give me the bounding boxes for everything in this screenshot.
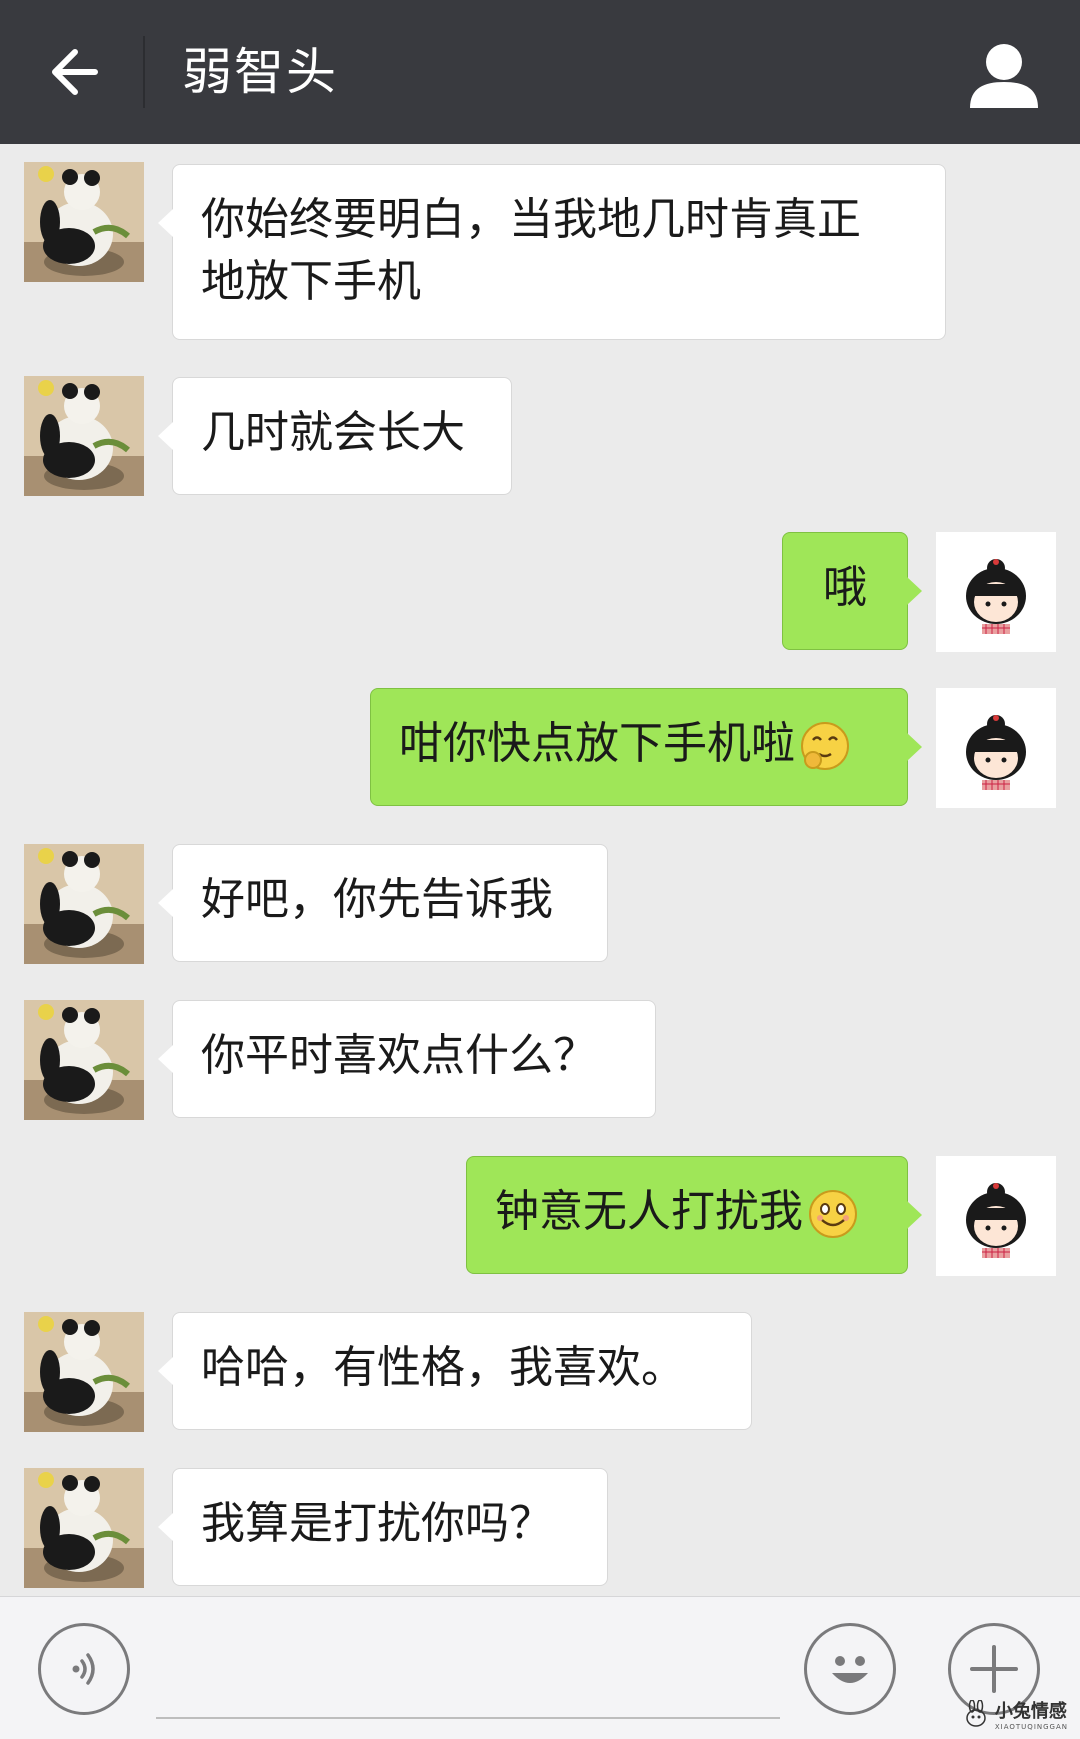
chat-header: 弱智头 <box>0 0 1080 144</box>
voice-icon <box>72 1653 95 1685</box>
message-text: 钟意无人打扰我 <box>495 1186 803 1237</box>
message-text: 我算是打扰你吗？ <box>201 1498 553 1549</box>
incoming-bubble[interactable]: 你始终要明白，当我地几时肯真正 地放下手机 <box>158 164 946 340</box>
rabbit-logo-icon <box>966 1700 986 1727</box>
arrow-left-icon <box>52 49 98 95</box>
self-avatar[interactable] <box>936 532 1056 652</box>
self-avatar[interactable] <box>936 688 1056 808</box>
contact-avatar[interactable] <box>24 1468 144 1588</box>
self-avatar[interactable] <box>936 1156 1056 1276</box>
message-text: 你平时喜欢点什么？ <box>201 1030 597 1081</box>
incoming-bubble[interactable]: 我算是打扰你吗？ <box>158 1468 608 1586</box>
input-bar: 小兔情感 XIAOTUQINGGAN <box>0 1596 1080 1739</box>
message-input[interactable] <box>156 1637 780 1719</box>
contact-avatar[interactable] <box>24 376 144 496</box>
contact-avatar[interactable] <box>24 1000 144 1120</box>
outgoing-bubble[interactable]: 咁你快点放下手机啦 <box>370 688 922 806</box>
girl-avatar-icon <box>936 688 1056 808</box>
message-text: 咁你快点放下手机啦 <box>399 718 795 769</box>
outgoing-bubble[interactable]: 钟意无人打扰我 <box>466 1156 922 1274</box>
back-button[interactable] <box>30 30 120 114</box>
message-list[interactable]: 你始终要明白，当我地几时肯真正 地放下手机 几时就会长大 哦 咁你快点放下手机啦… <box>0 144 1080 1596</box>
header-divider <box>143 36 145 108</box>
girl-avatar-icon <box>936 532 1056 652</box>
panda-avatar-icon <box>24 162 144 282</box>
message-text: 哦 <box>823 562 867 613</box>
panda-avatar-icon <box>24 1312 144 1432</box>
contact-avatar[interactable] <box>24 1312 144 1432</box>
plus-icon <box>970 1645 1018 1693</box>
incoming-bubble[interactable]: 好吧，你先告诉我 <box>158 844 608 962</box>
girl-avatar-icon <box>936 1156 1056 1276</box>
contact-avatar[interactable] <box>24 162 144 282</box>
outgoing-bubble[interactable]: 哦 <box>782 532 922 650</box>
message-text: 好吧，你先告诉我 <box>201 874 553 925</box>
chat-info-button[interactable] <box>964 36 1044 116</box>
incoming-bubble[interactable]: 几时就会长大 <box>158 377 512 495</box>
message-text: 你始终要明白，当我地几时肯真正 <box>201 194 861 245</box>
incoming-bubble[interactable]: 哈哈，有性格，我喜欢。 <box>158 1312 752 1430</box>
voice-input-button[interactable] <box>38 1623 130 1715</box>
incoming-bubble[interactable]: 你平时喜欢点什么？ <box>158 1000 656 1118</box>
thinking-smiley-icon <box>801 722 849 770</box>
watermark-title: 小兔情感 <box>994 1701 1067 1722</box>
smiling-face-icon <box>809 1190 857 1238</box>
message-text: 哈哈，有性格，我喜欢。 <box>201 1342 685 1393</box>
panda-avatar-icon <box>24 376 144 496</box>
panda-avatar-icon <box>24 1000 144 1120</box>
person-icon <box>970 44 1038 108</box>
message-text: 地放下手机 <box>201 256 421 307</box>
message-text: 几时就会长大 <box>201 407 465 458</box>
emoji-button[interactable] <box>804 1623 896 1715</box>
watermark-subtitle: XIAOTUQINGGAN <box>994 1723 1068 1731</box>
smiley-face-icon <box>832 1656 868 1683</box>
chat-title: 弱智头 <box>182 43 338 101</box>
watermark: 小兔情感 XIAOTUQINGGAN <box>961 1697 1068 1731</box>
contact-avatar[interactable] <box>24 844 144 964</box>
panda-avatar-icon <box>24 844 144 964</box>
panda-avatar-icon <box>24 1468 144 1588</box>
